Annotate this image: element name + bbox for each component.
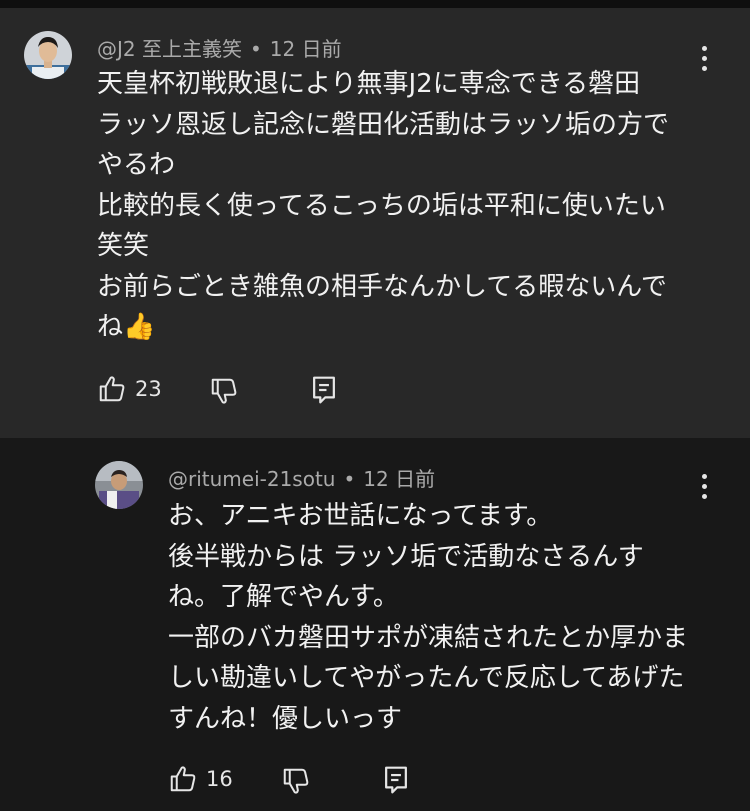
like-count: 23 [135, 377, 162, 401]
comment-line: 比較的長く使ってるこっちの垢は平和に使いたい [97, 190, 666, 221]
reply-button[interactable] [309, 374, 339, 406]
reply-line: お、アニキお世話になってます。 [168, 501, 553, 531]
reply-body: お、アニキお世話になってます。 後半戦からは ラッソ垢で活動なさるんす ね。了解… [168, 496, 688, 739]
reply-thread: @ritumei-21sotu • 12 日前 お、アニキお世話になってます。 後半… [0, 438, 750, 811]
comment-meta: @J2 至上主義笑 • 12 日前 [97, 33, 342, 62]
comment-author[interactable]: @J2 至上主義笑 [97, 37, 242, 61]
comment-line: お前らごとき雑魚の相手なんかしてる暇ないんで [97, 271, 667, 302]
avatar[interactable] [95, 461, 143, 509]
reply-line: ね。了解でやんす。 [168, 582, 399, 612]
reply-line: しい勘違いしてやがったんで反応してあげた [168, 663, 685, 693]
reply-comment-icon [385, 766, 407, 794]
comment-body: 天皇杯初戦敗退により無事J2に専念できる磐田 ラッソ恩返し記念に磐田化活動はラッ… [97, 64, 669, 348]
more-vert-icon[interactable] [692, 38, 716, 78]
comment-time[interactable]: 12 日前 [270, 37, 342, 61]
reply-line: すんね！優しいっす [168, 703, 403, 734]
thumbs-up-icon [170, 766, 196, 792]
like-count: 16 [206, 767, 233, 791]
avatar[interactable] [24, 31, 72, 79]
reply-author[interactable]: @ritumei-21sotu [168, 467, 335, 491]
avatar-image [24, 31, 72, 79]
meta-separator: • [343, 467, 356, 491]
like-button[interactable]: 16 [168, 764, 233, 794]
comment-line: 笑笑 [97, 231, 150, 261]
more-vert-icon[interactable] [692, 466, 716, 506]
comment-line: ね👍 [97, 312, 156, 342]
reply-button[interactable] [381, 764, 411, 796]
reply-line: 一部のバカ磐田サポが凍結されたとか厚かま [168, 622, 689, 653]
meta-separator: • [249, 37, 262, 61]
reply-line: 後半戦からは ラッソ垢で活動なさるんす [168, 541, 644, 572]
comment-line: やるわ [97, 150, 176, 180]
avatar-image [95, 461, 143, 509]
dislike-button[interactable] [209, 376, 239, 406]
reply-comment-icon [313, 376, 335, 404]
comment-thread: @J2 至上主義笑 • 12 日前 天皇杯初戦敗退により無事J2に専念できる磐田 ラ… [0, 8, 750, 438]
like-button[interactable]: 23 [97, 374, 162, 404]
thumbs-down-icon [211, 378, 237, 404]
top-divider [0, 0, 750, 8]
thumbs-down-icon [283, 768, 309, 794]
reply-time[interactable]: 12 日前 [363, 467, 435, 491]
thumbs-up-icon [99, 376, 125, 402]
reply-meta: @ritumei-21sotu • 12 日前 [168, 463, 435, 492]
comment-line: ラッソ恩返し記念に磐田化活動はラッソ垢の方で [97, 109, 670, 140]
comment-line: 天皇杯初戦敗退により無事J2に専念できる磐田 [97, 69, 641, 99]
dislike-button[interactable] [281, 766, 311, 796]
